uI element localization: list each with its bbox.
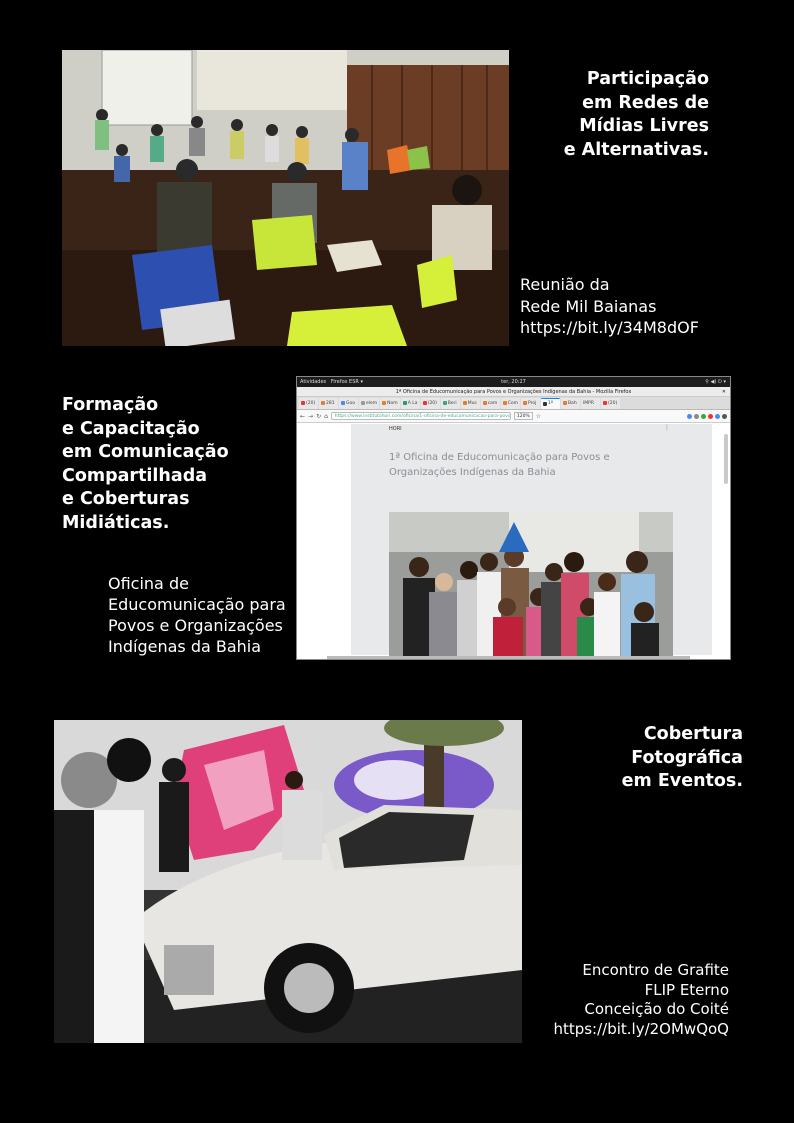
url-field[interactable]: https://www.institutohori.com/oficina/1-…	[330, 412, 511, 420]
caption-line: Rede Mil Baianas	[520, 296, 657, 316]
heading-line: Cobertura	[643, 724, 743, 744]
home-icon[interactable]: ⌂	[324, 413, 328, 420]
system-bar: Atividades Firefox ESR ▾ ter, 20:27 ⚲ ◀)…	[297, 377, 730, 387]
section-heading-cobertura: Cobertura Fotográfica em Eventos.	[580, 723, 743, 794]
caption-line: Povos e Organizações	[108, 616, 283, 635]
heading-line: em Comunicação	[62, 442, 229, 462]
heading-line: Mídias Livres	[579, 116, 709, 136]
browser-tab[interactable]: (20)	[420, 397, 440, 409]
section-heading-redes: Participação em Redes de Mídias Livres e…	[520, 68, 709, 162]
caption-line: Conceição do Coité	[584, 1000, 729, 1018]
download-icon[interactable]	[687, 413, 692, 419]
caption-line: Oficina de	[108, 574, 189, 593]
close-icon[interactable]: ✕	[722, 387, 726, 397]
extension-icons	[687, 413, 727, 419]
browser-tab[interactable]: 281	[319, 397, 338, 409]
browser-tab[interactable]: Mus	[460, 397, 480, 409]
bookmark-star-icon[interactable]: ☆	[536, 413, 541, 420]
heading-line: Formação	[62, 395, 159, 415]
reload-icon[interactable]: ↻	[316, 413, 321, 420]
browser-tab[interactable]: elem	[359, 397, 380, 409]
meeting-photo	[62, 50, 509, 346]
page-content: HORI ⋮ 1ª Oficina de Educomunicação para…	[297, 424, 730, 659]
heading-line: Participação	[586, 69, 709, 89]
browser-tab[interactable]: IMPR	[580, 397, 600, 409]
browser-tab[interactable]: cam	[480, 397, 500, 409]
site-header: HORI	[351, 424, 712, 434]
back-icon[interactable]: ←	[300, 413, 305, 420]
menu-icon[interactable]	[722, 413, 727, 419]
article-title: 1ª Oficina de Educomunicação para Povos …	[389, 452, 610, 478]
navigation-bar: ← → ↻ ⌂ https://www.institutohori.com/of…	[297, 410, 730, 423]
heading-line: Midiáticas.	[62, 512, 170, 533]
caption-oficina: Oficina de Educomunicação para Povos e O…	[108, 573, 294, 657]
caption-grafite: Encontro de Grafite FLIP Eterno Conceiçã…	[540, 961, 729, 1039]
vertical-scrollbar[interactable]	[724, 434, 728, 484]
article-area: HORI ⋮ 1ª Oficina de Educomunicação para…	[351, 424, 712, 658]
tab-strip: (20) 281 Goo elem Nom A La (20) Beri Mus…	[297, 397, 730, 410]
heading-line: e Capacitação	[62, 418, 200, 439]
zoom-indicator[interactable]: 120%	[513, 412, 533, 420]
browser-tab[interactable]: Beri	[440, 397, 460, 409]
clock: ter, 20:27	[501, 379, 526, 385]
extension-icon[interactable]	[708, 413, 713, 419]
caption-link[interactable]: https://bit.ly/2OMwQoQ	[540, 1020, 729, 1040]
caption-line: Reunião da	[520, 275, 610, 294]
activities-label[interactable]: Atividades	[300, 379, 326, 385]
heading-line: em Eventos.	[621, 771, 743, 791]
extension-icon[interactable]	[715, 413, 720, 419]
system-tray[interactable]: ⚲ ◀) ⏻ ▾	[705, 377, 726, 387]
browser-tab[interactable]: Proj	[520, 397, 540, 409]
browser-tab[interactable]: Com	[500, 397, 520, 409]
heading-line: e Coberturas	[62, 489, 190, 509]
caption-link[interactable]: https://bit.ly/34M8dOF	[520, 317, 760, 339]
browser-tab-active[interactable]: 1º	[540, 397, 560, 409]
forward-icon[interactable]: →	[308, 413, 313, 420]
browser-tab[interactable]: Nom	[380, 397, 400, 409]
horizontal-scrollbar[interactable]	[327, 656, 690, 659]
app-name[interactable]: Firefox ESR ▾	[331, 379, 363, 385]
caption-line: FLIP Eterno	[644, 980, 729, 999]
section-heading-formacao: Formação e Capacitação em Comunicação Co…	[62, 394, 292, 535]
caption-line: Indígenas da Bahia	[108, 637, 262, 656]
site-name[interactable]: HORI	[389, 426, 402, 432]
group-photo	[389, 512, 673, 658]
caption-rede-mil-baianas: Reunião da Rede Mil Baianas https://bit.…	[520, 274, 760, 339]
caption-line: Educomunicação para	[108, 595, 286, 614]
browser-tab[interactable]: (20)	[600, 397, 620, 409]
extension-icon[interactable]	[701, 413, 706, 419]
window-titlebar: 1ª Oficina de Educomunicação para Povos …	[297, 387, 730, 397]
kebab-menu-icon[interactable]: ⋮	[664, 424, 670, 431]
browser-tab[interactable]: A La	[400, 397, 420, 409]
browser-tab[interactable]: Goo	[339, 397, 358, 409]
heading-line: em Redes de	[582, 92, 709, 113]
heading-line: Compartilhada	[62, 465, 208, 486]
heading-line: Fotográfica	[631, 747, 743, 768]
browser-tab[interactable]: (20)	[299, 397, 318, 409]
heading-line: e Alternativas.	[563, 139, 709, 160]
browser-screenshot: Atividades Firefox ESR ▾ ter, 20:27 ⚲ ◀)…	[296, 376, 731, 660]
browser-tab[interactable]: Bah	[560, 397, 580, 409]
library-icon[interactable]	[694, 413, 699, 419]
caption-line: Encontro de Grafite	[582, 961, 729, 979]
window-title: 1ª Oficina de Educomunicação para Povos …	[395, 389, 632, 395]
graffiti-event-photo	[54, 720, 522, 1043]
